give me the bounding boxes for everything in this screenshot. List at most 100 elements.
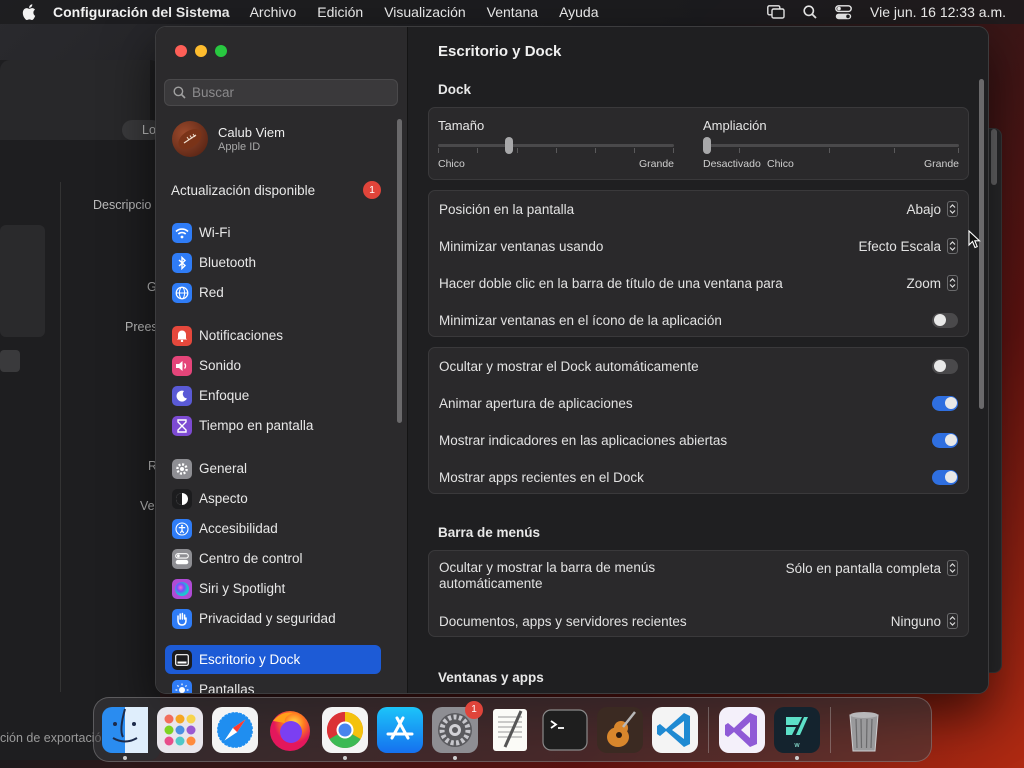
- wifi-icon: [172, 222, 192, 243]
- profile-name: Calub Viem: [218, 125, 285, 140]
- sidebar-scrollbar[interactable]: [397, 119, 402, 423]
- dock-option-popup[interactable]: Zoom: [906, 275, 958, 291]
- menu-ayuda[interactable]: Ayuda: [559, 4, 598, 20]
- dock-toggle-switch[interactable]: [932, 358, 958, 374]
- recent-items-popup[interactable]: Ninguno: [891, 613, 958, 629]
- dock-option-row: Posición en la pantalla Abajo: [439, 199, 958, 219]
- garageband-icon[interactable]: [597, 706, 643, 753]
- control-center-icon: [172, 548, 192, 569]
- dock-option-popup[interactable]: Abajo: [906, 201, 958, 217]
- menu-visualizacion[interactable]: Visualización: [384, 4, 465, 20]
- minimize-into-icon-toggle[interactable]: [932, 312, 958, 328]
- menubar-autohide-value: Sólo en pantalla completa: [785, 560, 941, 576]
- screen-mirroring-icon[interactable]: [767, 5, 785, 19]
- sidebar-item-label: Centro de control: [199, 551, 303, 566]
- dock-toggle-switch[interactable]: [932, 469, 958, 485]
- dock-separator: [830, 706, 831, 753]
- apple-id-profile[interactable]: Calub Viem Apple ID: [172, 121, 285, 157]
- sidebar-item-tiempo-en-pantalla[interactable]: Tiempo en pantalla: [165, 411, 381, 440]
- sidebar-item-general[interactable]: General: [165, 454, 381, 483]
- apple-logo-icon[interactable]: [18, 4, 40, 20]
- sidebar-item-label: Red: [199, 285, 224, 300]
- section-dock: Dock: [438, 82, 472, 97]
- sidebar-item-label: Bluetooth: [199, 255, 257, 270]
- safari-icon[interactable]: [212, 706, 258, 753]
- dock-icon: [172, 649, 192, 670]
- sidebar-item-siri-y-spotlight[interactable]: Siri y Spotlight: [165, 574, 381, 603]
- filmora-icon[interactable]: w: [774, 706, 820, 760]
- zoom-window-button[interactable]: [215, 45, 227, 57]
- finder-icon[interactable]: [102, 706, 148, 760]
- menu-edicion[interactable]: Edición: [317, 4, 363, 20]
- menu-archivo[interactable]: Archivo: [250, 4, 297, 20]
- dock-option-value: Efecto Escala: [858, 238, 941, 254]
- recent-items-label: Documentos, apps y servidores recientes: [439, 613, 687, 629]
- chrome-icon[interactable]: [322, 706, 368, 760]
- menubar-autohide-popup[interactable]: Sólo en pantalla completa: [786, 560, 958, 576]
- search-input[interactable]: Buscar: [164, 79, 398, 106]
- size-min-label: Chico: [438, 158, 465, 170]
- bluetooth-icon: [172, 252, 192, 273]
- dock-toggle-label: Mostrar apps recientes en el Dock: [439, 469, 644, 485]
- sidebar-item-label: Enfoque: [199, 388, 250, 403]
- dock-toggle-row: Animar apertura de aplicaciones: [439, 393, 958, 413]
- sidebar-item-notificaciones[interactable]: Notificaciones: [165, 321, 381, 350]
- sidebar-item-label: Sonido: [199, 358, 242, 373]
- clock-datetime[interactable]: Vie jun. 16 12:33 a.m.: [870, 4, 1006, 20]
- menu-ventana[interactable]: Ventana: [487, 4, 538, 20]
- hourglass-icon: [172, 415, 192, 436]
- sidebar-item-bluetooth[interactable]: Bluetooth: [165, 248, 381, 277]
- dock-option-row: Hacer doble clic en la barra de título d…: [439, 273, 958, 293]
- sidebar-item-privacidad-y-seguridad[interactable]: Privacidad y seguridad: [165, 604, 381, 633]
- firefox-icon[interactable]: [267, 707, 313, 753]
- dock-toggle-switch[interactable]: [932, 395, 958, 411]
- magnification-max-label: Grande: [924, 158, 960, 170]
- close-window-button[interactable]: [175, 45, 187, 57]
- app-store-icon[interactable]: [377, 706, 423, 753]
- sidebar-item-wi-fi[interactable]: Wi-Fi: [165, 218, 381, 247]
- vscode-icon[interactable]: [652, 706, 698, 753]
- hand-icon: [172, 608, 192, 629]
- dock-toggle-row: Mostrar apps recientes en el Dock: [439, 467, 958, 487]
- terminal-icon[interactable]: [542, 707, 588, 753]
- textedit-icon[interactable]: [487, 707, 533, 753]
- sidebar-item-accesibilidad[interactable]: Accesibilidad: [165, 514, 381, 543]
- system-settings-icon[interactable]: 1: [432, 700, 483, 760]
- menubar-autohide-label: Ocultar y mostrar la barra de menús: [439, 560, 656, 575]
- software-update-item[interactable]: Actualización disponible 1: [171, 181, 381, 199]
- page-title: Escritorio y Dock: [438, 43, 562, 60]
- bg-text: Ve: [140, 499, 155, 513]
- sidebar-item-aspecto[interactable]: Aspecto: [165, 484, 381, 513]
- appearance-icon: [172, 488, 192, 509]
- size-slider-label: Tamaño: [438, 118, 485, 133]
- mouse-cursor-icon: [968, 230, 981, 249]
- dock-option-row: Minimizar ventanas en el ícono de la apl…: [439, 310, 958, 330]
- dock-toggle-switch[interactable]: [932, 432, 958, 448]
- search-icon[interactable]: [803, 5, 817, 19]
- menubar-options-group: Ocultar y mostrar la barra de menús auto…: [428, 550, 969, 637]
- minimize-window-button[interactable]: [195, 45, 207, 57]
- chevron-updown-icon: [947, 201, 958, 217]
- control-center-icon[interactable]: [835, 4, 852, 20]
- dock-option-popup[interactable]: Efecto Escala: [858, 238, 958, 254]
- sidebar-item-red[interactable]: Red: [165, 278, 381, 307]
- globe-icon: [172, 282, 192, 303]
- chevron-updown-icon: [947, 560, 958, 576]
- sidebar-item-pantallas[interactable]: Pantallas: [165, 675, 381, 693]
- running-indicator: [795, 755, 799, 760]
- trash-icon[interactable]: [841, 707, 887, 753]
- menu-app-name[interactable]: Configuración del Sistema: [53, 4, 230, 20]
- sidebar-item-label: General: [199, 461, 248, 476]
- moon-icon: [172, 385, 192, 406]
- size-slider-knob[interactable]: [504, 137, 513, 154]
- update-label: Actualización disponible: [171, 182, 316, 198]
- bg-text: Prees: [125, 320, 158, 334]
- launchpad-icon[interactable]: [157, 706, 203, 753]
- sidebar-item-enfoque[interactable]: Enfoque: [165, 381, 381, 410]
- sidebar: Buscar Calub Viem Apple ID Actualización…: [156, 27, 408, 693]
- magnification-slider-knob[interactable]: [703, 137, 711, 154]
- visual-studio-icon[interactable]: [719, 706, 765, 753]
- sidebar-item-centro-de-control[interactable]: Centro de control: [165, 544, 381, 573]
- sidebar-item-escritorio-y-dock[interactable]: Escritorio y Dock: [165, 645, 381, 674]
- sidebar-item-sonido[interactable]: Sonido: [165, 351, 381, 380]
